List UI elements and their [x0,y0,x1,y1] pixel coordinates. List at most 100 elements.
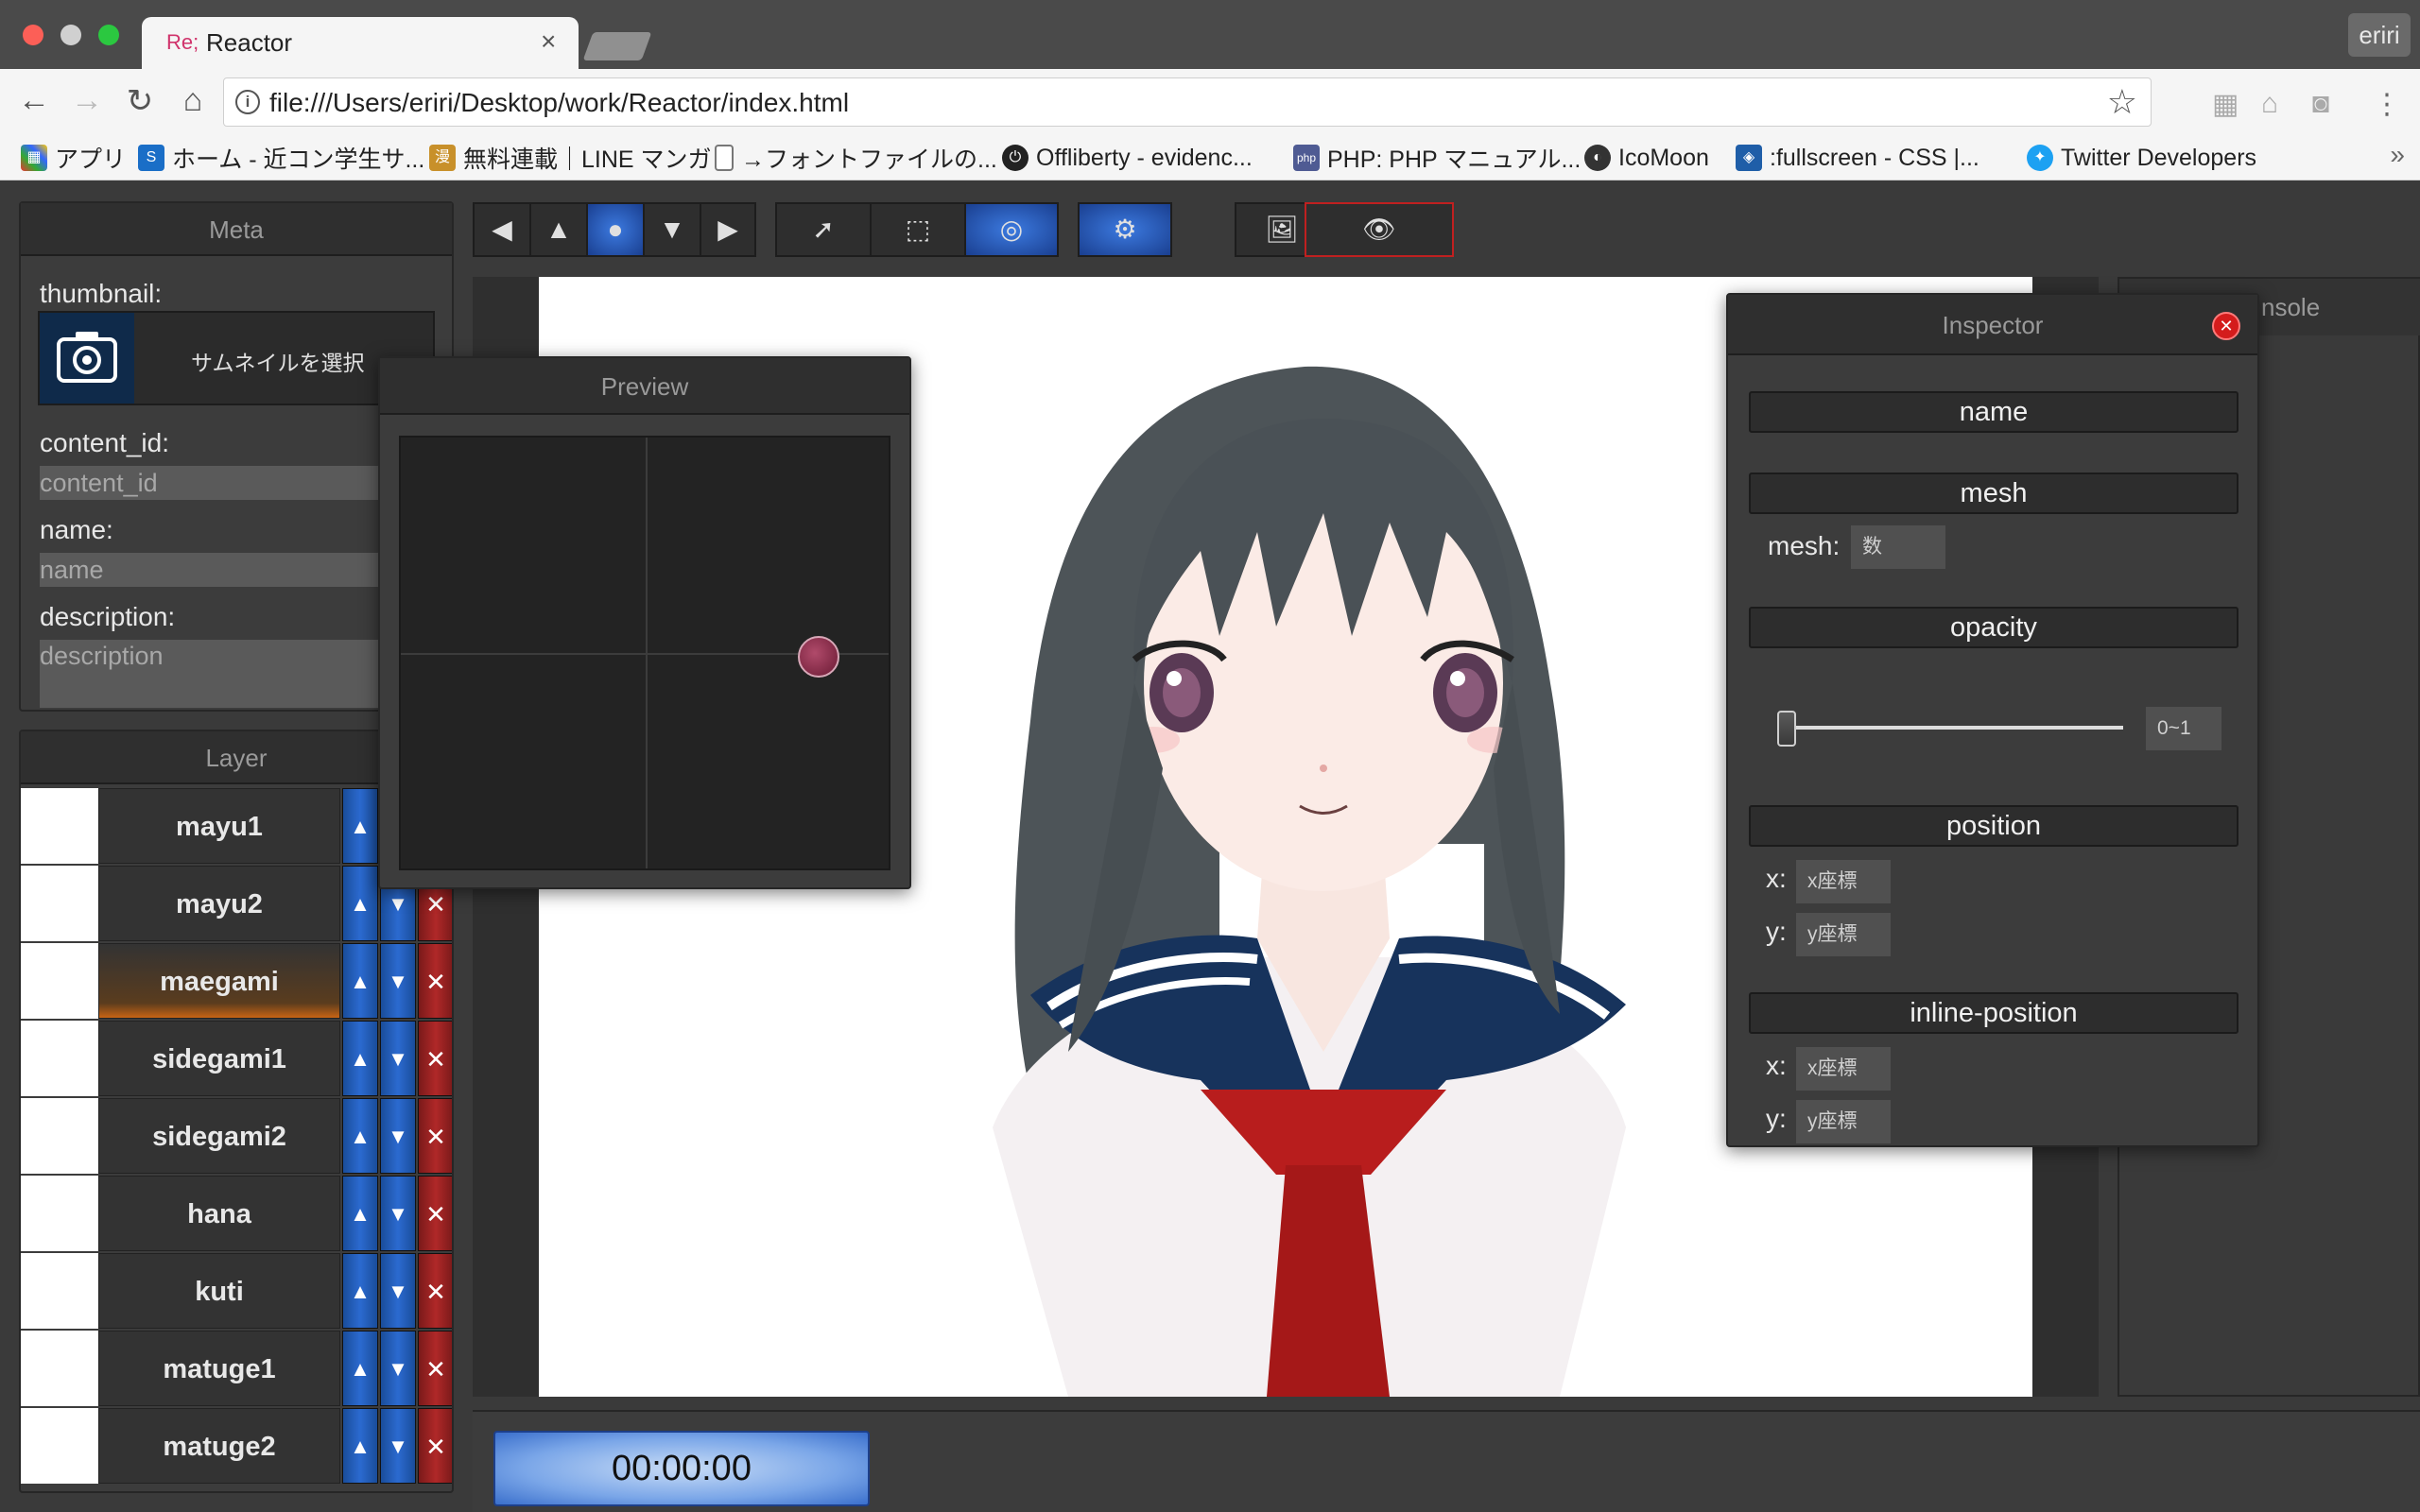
layer-delete-button[interactable]: ✕ [418,1253,452,1329]
nav-center-button[interactable]: ● [586,202,645,257]
layer-name[interactable]: mayu2 [98,866,340,941]
bookmark-font-file[interactable]: →フォントファイルの... [715,143,997,173]
triangle-up-icon: ▲ [350,815,371,838]
triangle-left-icon: ◀ [492,215,512,244]
layer-name[interactable]: matuge1 [98,1331,340,1406]
position-x-input[interactable]: x座標 [1796,860,1891,903]
select-tool-button[interactable]: ➚ [775,202,872,257]
new-tab-button[interactable] [582,32,652,60]
preview-toggle-button[interactable]: 👁 [1305,202,1454,257]
settings-button[interactable]: ⚙ [1078,202,1172,257]
layer-move-down-button[interactable]: ▼ [380,1331,416,1406]
inline-position-x-input[interactable]: x座標 [1796,1047,1891,1091]
layer-move-up-button[interactable]: ▲ [342,1253,378,1329]
layer-name[interactable]: kuti [98,1253,340,1329]
pad-control-handle[interactable] [798,636,839,678]
layer-move-up-button[interactable]: ▲ [342,1098,378,1174]
layer-name[interactable]: maegami [98,943,340,1019]
transform-tool-button[interactable]: ⬚ [870,202,966,257]
timeline-time-button[interactable]: 00:00:00 [493,1431,870,1506]
layer-move-down-button[interactable]: ▼ [380,1176,416,1251]
layer-delete-button[interactable]: ✕ [418,1408,452,1484]
tab-close-icon[interactable]: × [541,26,556,57]
layer-delete-button[interactable]: ✕ [418,1331,452,1406]
layer-move-up-button[interactable]: ▲ [342,866,378,941]
user-profile-button[interactable]: eriri [2348,13,2411,57]
pivot-tool-button[interactable]: ◎ [964,202,1059,257]
layer-name[interactable]: sidegami1 [98,1021,340,1096]
bookmark-line-manga[interactable]: 漫無料連載｜LINE マンガ [429,143,712,173]
layer-row[interactable]: matuge1 ▲ ▼ ✕ [21,1331,452,1408]
reload-icon[interactable]: ↻ [119,82,161,120]
layer-move-up-button[interactable]: ▲ [342,1176,378,1251]
layer-name[interactable]: mayu1 [98,788,340,864]
inspector-close-button[interactable]: ✕ [2212,312,2240,340]
layer-delete-button[interactable]: ✕ [418,1176,452,1251]
forward-arrow-icon[interactable]: → [66,82,108,119]
opacity-slider-thumb[interactable] [1777,711,1796,747]
layer-move-up-button[interactable]: ▲ [342,1021,378,1096]
nav-down-button[interactable]: ▼ [643,202,701,257]
image-icon: 🖼 [1265,215,1299,244]
bookmark-apps[interactable]: ▦ アプリ [21,143,126,173]
address-bar[interactable]: i file:///Users/eriri/Desktop/work/React… [223,77,2152,127]
extension-grid-icon[interactable]: ▦ [2212,88,2238,121]
layer-move-down-button[interactable]: ▼ [380,1098,416,1174]
inline-position-y-input[interactable]: y座標 [1796,1100,1891,1143]
layer-name[interactable]: sidegami2 [98,1098,340,1174]
browser-tab[interactable]: Re; Reactor × [142,17,579,69]
name-input[interactable]: name [40,553,399,587]
bookmarks-overflow-icon[interactable]: » [2390,140,2405,170]
menu-dots-icon[interactable]: ⋮ [2373,88,2401,121]
nav-up-button[interactable]: ▲ [529,202,588,257]
opacity-section-header: opacity [1749,607,2238,648]
layer-move-up-button[interactable]: ▲ [342,943,378,1019]
nav-left-button[interactable]: ◀ [473,202,531,257]
bookmark-twitter-developers[interactable]: ✦ Twitter Developers [2027,143,2256,173]
home-icon[interactable]: ⌂ [172,82,214,119]
bookmark-mdn-fullscreen[interactable]: ◈:fullscreen - CSS |... [1736,143,1979,173]
layer-delete-button[interactable]: ✕ [418,1021,452,1096]
info-icon[interactable]: i [235,90,260,114]
layer-row[interactable]: maegami ▲ ▼ ✕ [21,943,452,1021]
extension-home-icon[interactable]: ⌂ [2261,88,2278,120]
bookmark-icomoon[interactable]: ◐ IcoMoon [1584,143,1709,173]
layer-move-up-button[interactable]: ▲ [342,788,378,864]
close-window-button[interactable] [23,25,43,45]
content-id-input[interactable]: content_id [40,466,399,500]
bookmark-offliberty[interactable]: ⏻ Offliberty - evidenc... [1002,143,1253,173]
nav-right-button[interactable]: ▶ [700,202,756,257]
layer-delete-button[interactable]: ✕ [418,943,452,1019]
camera-extension-icon[interactable]: ◙ [2312,88,2329,120]
layer-row[interactable]: sidegami2 ▲ ▼ ✕ [21,1098,452,1176]
layer-move-up-button[interactable]: ▲ [342,1331,378,1406]
opacity-slider-track[interactable] [1787,726,2123,730]
layer-move-down-button[interactable]: ▼ [380,1253,416,1329]
layer-row[interactable]: hana ▲ ▼ ✕ [21,1176,452,1253]
layer-row[interactable]: matuge2 ▲ ▼ ✕ [21,1408,452,1486]
layer-name[interactable]: hana [98,1176,340,1251]
preview-pad[interactable] [399,436,890,870]
position-y-input[interactable]: y座標 [1796,913,1891,956]
thumbnail-select-button[interactable]: サムネイルを選択 [38,311,435,405]
description-textarea[interactable]: description [40,640,399,708]
layer-move-down-button[interactable]: ▼ [380,1021,416,1096]
browser-tab-bar: Re; Reactor × eriri [0,0,2420,69]
mesh-input[interactable]: 数 [1851,525,1945,569]
back-arrow-icon[interactable]: ← [13,82,55,119]
icomoon-icon: ◐ [1584,145,1611,171]
layer-row[interactable]: sidegami1 ▲ ▼ ✕ [21,1021,452,1098]
layer-move-down-button[interactable]: ▼ [380,1408,416,1484]
layer-move-down-button[interactable]: ▼ [380,943,416,1019]
maximize-window-button[interactable] [98,25,119,45]
target-circle-icon: ◎ [999,215,1024,244]
opacity-input[interactable]: 0~1 [2146,707,2221,750]
bookmark-kincon[interactable]: S ホーム - 近コン学生サ... [138,143,424,173]
layer-move-up-button[interactable]: ▲ [342,1408,378,1484]
bookmark-php[interactable]: php PHP: PHP マニュアル... [1293,143,1581,173]
layer-delete-button[interactable]: ✕ [418,1098,452,1174]
minimize-window-button[interactable] [60,25,81,45]
layer-row[interactable]: kuti ▲ ▼ ✕ [21,1253,452,1331]
bookmark-star-icon[interactable]: ☆ [2107,82,2137,122]
layer-name[interactable]: matuge2 [98,1408,340,1484]
